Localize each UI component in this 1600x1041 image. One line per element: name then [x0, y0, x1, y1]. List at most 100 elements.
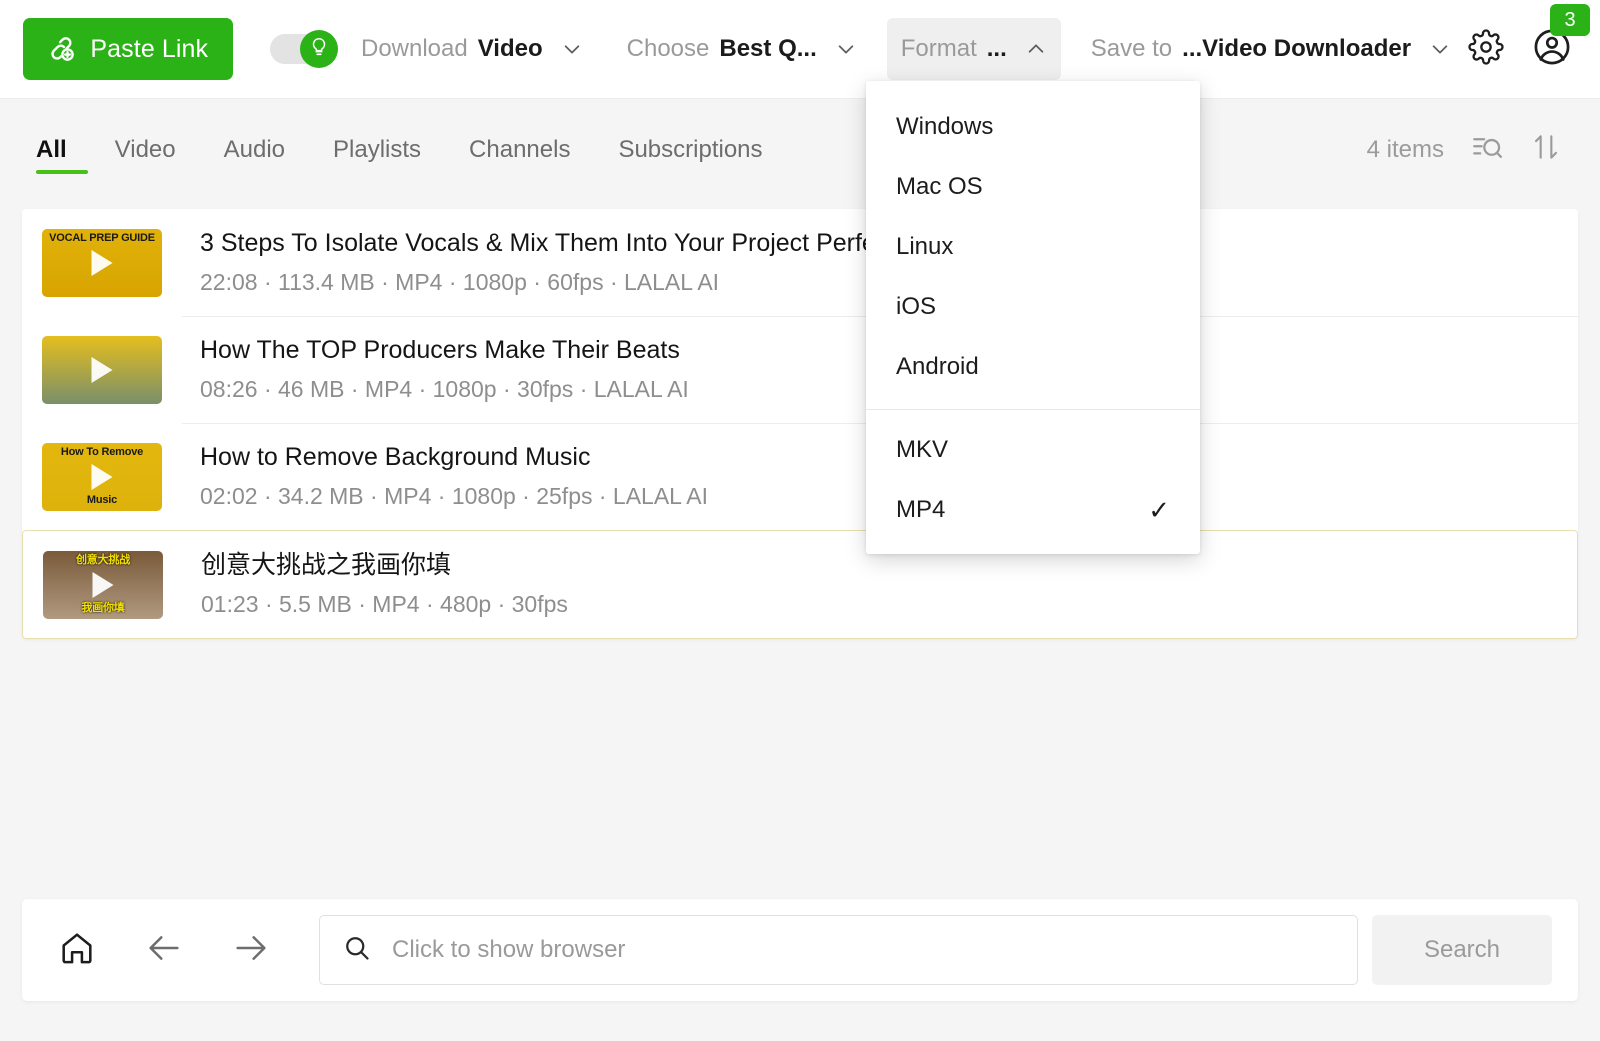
menu-divider	[866, 409, 1200, 410]
thumbnail-caption-top: 创意大挑战	[43, 555, 163, 567]
paste-link-button[interactable]: Paste Link	[23, 18, 233, 80]
thumbnail-caption-bottom: 我画你填	[43, 603, 163, 615]
quality-selector[interactable]: Choose Best Q...	[613, 18, 871, 80]
video-thumbnail: VOCAL PREP GUIDE	[42, 229, 162, 297]
menu-item-windows[interactable]: Windows	[866, 97, 1200, 157]
row-body: 3 Steps To Isolate Vocals & Mix Them Int…	[200, 229, 913, 296]
menu-item-label: iOS	[896, 293, 936, 321]
menu-item-label: Mac OS	[896, 173, 983, 201]
back-button[interactable]	[137, 923, 191, 977]
play-icon	[92, 464, 113, 490]
filter-search-icon[interactable]	[1470, 130, 1504, 169]
list-meta: 4 items	[1367, 130, 1562, 169]
video-title: 创意大挑战之我画你填	[201, 551, 568, 580]
tab-channels[interactable]: Channels	[445, 120, 594, 180]
menu-item-label: MKV	[896, 436, 948, 464]
format-dropdown-menu: Windows Mac OS Linux iOS Android MKV MP4…	[866, 81, 1200, 554]
table-row[interactable]: VOCAL PREP GUIDE 3 Steps To Isolate Voca…	[22, 209, 1578, 316]
forward-button[interactable]	[224, 923, 278, 977]
arrow-left-icon	[144, 928, 184, 973]
search-icon	[342, 933, 372, 968]
quality-value: Best Q...	[719, 35, 816, 63]
video-title: 3 Steps To Isolate Vocals & Mix Them Int…	[200, 229, 913, 258]
home-icon	[58, 929, 96, 972]
items-count: 4 items	[1367, 136, 1444, 164]
tab-playlists-label: Playlists	[333, 136, 421, 164]
thumbnail-caption-top: How To Remove	[42, 447, 162, 459]
row-body: 创意大挑战之我画你填 01:23 · 5.5 MB · MP4 · 480p ·…	[201, 551, 568, 618]
downloads-list: VOCAL PREP GUIDE 3 Steps To Isolate Voca…	[22, 209, 1578, 639]
menu-item-linux[interactable]: Linux	[866, 217, 1200, 277]
chevron-down-icon	[1411, 38, 1451, 60]
sort-arrows-icon[interactable]	[1530, 131, 1562, 168]
play-icon	[92, 357, 113, 383]
download-type-value: Video	[478, 35, 543, 63]
home-button[interactable]	[50, 923, 104, 977]
save-location-selector[interactable]: Save to ...Video Downloader	[1077, 18, 1465, 80]
menu-item-label: Linux	[896, 233, 953, 261]
menu-item-mp4[interactable]: MP4 ✓	[866, 480, 1200, 540]
content-tabs: All Video Audio Playlists Channels Subsc…	[36, 120, 787, 180]
menu-item-label: Windows	[896, 113, 993, 141]
chevron-down-icon	[817, 38, 857, 60]
tab-audio-label: Audio	[224, 136, 285, 164]
menu-item-label: Android	[896, 353, 979, 381]
tab-video-label: Video	[115, 136, 176, 164]
thumbnail-caption-bottom: Music	[42, 495, 162, 507]
video-thumbnail: 创意大挑战 我画你填	[43, 551, 163, 619]
row-body: How to Remove Background Music 02:02 · 3…	[200, 443, 708, 510]
table-row[interactable]: How The TOP Producers Make Their Beats 0…	[22, 316, 1578, 423]
format-value: ...	[987, 35, 1007, 63]
menu-item-macos[interactable]: Mac OS	[866, 157, 1200, 217]
tab-all-label: All	[36, 136, 67, 164]
smart-mode-toggle[interactable]	[270, 30, 331, 68]
content-tabs-row: All Video Audio Playlists Channels Subsc…	[0, 99, 1600, 200]
settings-button[interactable]	[1465, 26, 1507, 72]
tab-subscriptions[interactable]: Subscriptions	[594, 120, 786, 180]
menu-item-label: MP4	[896, 496, 945, 524]
browser-url-field[interactable]: Click to show browser	[319, 915, 1358, 985]
video-meta: 02:02 · 34.2 MB · MP4 · 1080p · 25fps · …	[200, 483, 708, 510]
save-location-label: Save to	[1091, 35, 1172, 63]
menu-item-mkv[interactable]: MKV	[866, 420, 1200, 480]
quality-label: Choose	[627, 35, 710, 63]
search-button[interactable]: Search	[1372, 915, 1552, 985]
play-icon	[92, 250, 113, 276]
tab-audio[interactable]: Audio	[200, 120, 309, 180]
video-title: How to Remove Background Music	[200, 443, 708, 472]
check-icon: ✓	[1148, 495, 1170, 526]
account-badge: 3	[1550, 4, 1590, 36]
toggle-knob	[300, 30, 338, 68]
table-row[interactable]: 创意大挑战 我画你填 创意大挑战之我画你填 01:23 · 5.5 MB · M…	[22, 530, 1578, 639]
video-thumbnail: How To Remove Music	[42, 443, 162, 511]
video-meta: 01:23 · 5.5 MB · MP4 · 480p · 30fps	[201, 591, 568, 618]
video-meta: 08:26 · 46 MB · MP4 · 1080p · 30fps · LA…	[200, 376, 689, 403]
tab-subscriptions-label: Subscriptions	[618, 136, 762, 164]
format-selector[interactable]: Format ...	[887, 18, 1061, 80]
thumbnail-caption-top: VOCAL PREP GUIDE	[42, 233, 162, 245]
account-button[interactable]: 3	[1531, 25, 1574, 73]
chevron-up-icon	[1007, 38, 1047, 60]
tab-video[interactable]: Video	[91, 120, 200, 180]
lightbulb-icon	[308, 36, 330, 63]
video-thumbnail	[42, 336, 162, 404]
arrow-right-icon	[231, 928, 271, 973]
chevron-down-icon	[543, 38, 583, 60]
link-plus-icon	[47, 34, 77, 64]
download-type-selector[interactable]: Download Video	[347, 18, 597, 80]
app-root: Paste Link Download Video Choose	[0, 0, 1600, 1041]
table-row[interactable]: How To Remove Music How to Remove Backgr…	[22, 423, 1578, 530]
save-location-value: ...Video Downloader	[1182, 35, 1411, 63]
menu-item-ios[interactable]: iOS	[866, 277, 1200, 337]
download-type-label: Download	[361, 35, 468, 63]
format-label: Format	[901, 35, 977, 63]
gear-icon	[1468, 29, 1504, 70]
tab-channels-label: Channels	[469, 136, 570, 164]
browser-url-placeholder: Click to show browser	[392, 936, 625, 964]
play-icon	[93, 572, 114, 598]
video-title: How The TOP Producers Make Their Beats	[200, 336, 689, 365]
menu-item-android[interactable]: Android	[866, 337, 1200, 397]
tab-all[interactable]: All	[36, 120, 91, 180]
row-body: How The TOP Producers Make Their Beats 0…	[200, 336, 689, 403]
tab-playlists[interactable]: Playlists	[309, 120, 445, 180]
